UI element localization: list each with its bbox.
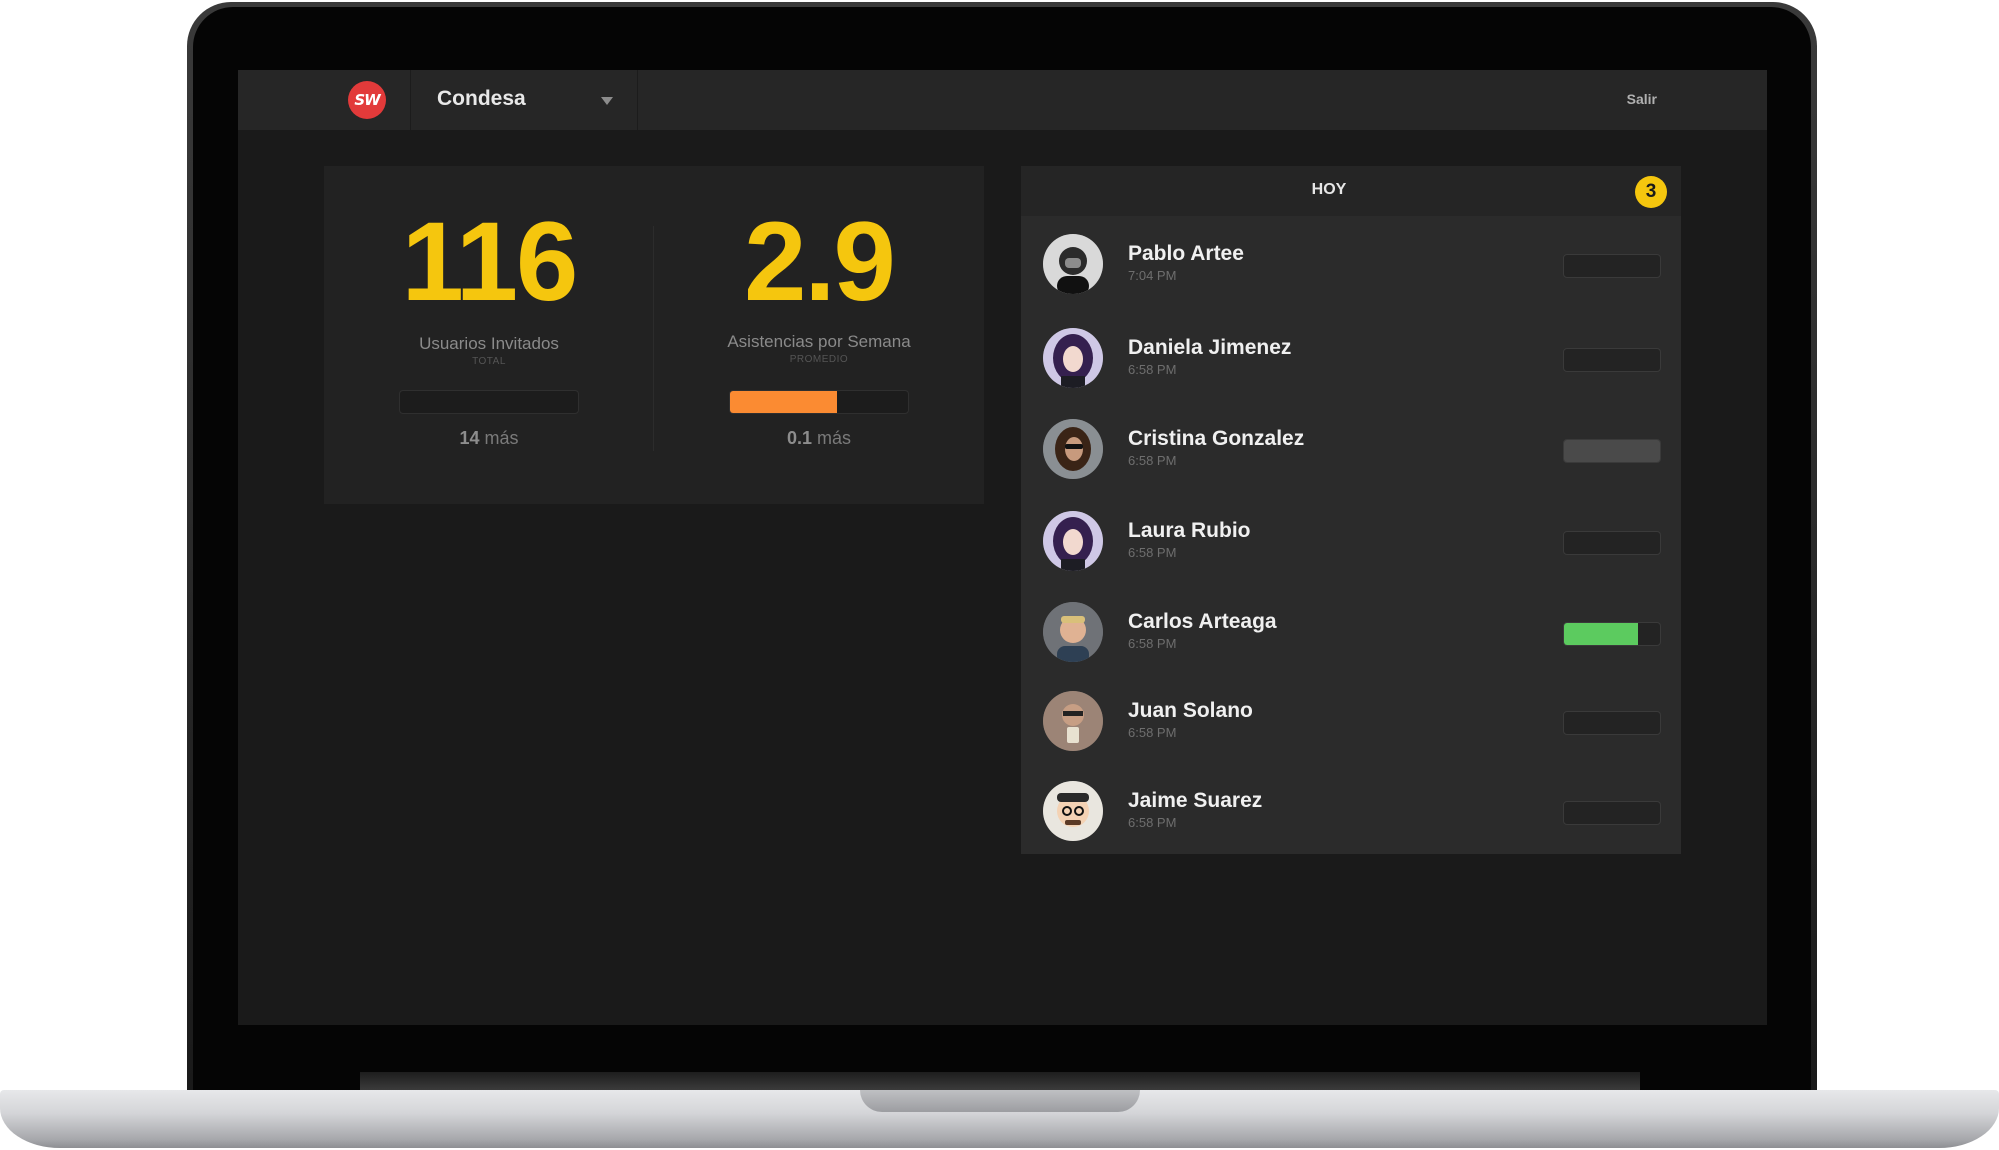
avatar-selfie[interactable] — [1043, 691, 1103, 751]
stats-card: 116 Usuarios Invitados TOTAL 14 más 2.9 … — [324, 166, 984, 504]
stat-label: Asistencias por Semana — [727, 332, 911, 351]
avatar-blond[interactable] — [1043, 602, 1103, 662]
stat-label: Usuarios Invitados — [419, 334, 559, 353]
stat-more-label: más — [484, 428, 519, 448]
stat-weekly-attendance: 2.9 Asistencias por Semana PROMEDIO 0.1 … — [654, 166, 984, 504]
user-progress-fill — [1564, 440, 1660, 462]
user-row[interactable]: Daniela Jimenez 6:58 PM — [1021, 312, 1681, 402]
user-name: Daniela Jimenez — [1128, 336, 1292, 359]
user-name: Cristina Gonzalez — [1128, 427, 1305, 450]
user-name: Jaime Suarez — [1128, 789, 1263, 812]
laptop-notch — [860, 1090, 1140, 1112]
user-row[interactable]: Jaime Suarez 6:58 PM — [1021, 765, 1681, 855]
user-progress-bar — [1563, 439, 1661, 463]
user-row[interactable]: Laura Rubio 6:58 PM — [1021, 495, 1681, 585]
avatar-purple[interactable] — [1043, 511, 1103, 571]
stat-value: 2.9 — [744, 199, 896, 324]
stat-more-label: más — [817, 428, 852, 448]
user-time: 6:58 PM — [1128, 453, 1177, 468]
chevron-down-icon — [601, 97, 613, 105]
user-row[interactable]: Carlos Arteaga 6:58 PM — [1021, 586, 1681, 676]
user-name: Carlos Arteaga — [1128, 610, 1277, 633]
stat-progress-fill — [730, 391, 837, 413]
user-progress-bar — [1563, 531, 1661, 555]
top-bar: SW Condesa Salir — [238, 70, 1767, 130]
user-time: 6:58 PM — [1128, 545, 1177, 560]
today-count-badge: 3 — [1635, 176, 1667, 208]
user-progress-bar — [1563, 254, 1661, 278]
user-row[interactable]: Cristina Gonzalez 6:58 PM — [1021, 403, 1681, 493]
user-name: Pablo Artee — [1128, 242, 1244, 265]
stat-more-value: 14 — [459, 428, 480, 448]
user-name: Juan Solano — [1128, 699, 1253, 722]
stat-progress-bar — [399, 390, 579, 414]
today-title: HOY — [1311, 181, 1347, 198]
avatar-purple[interactable] — [1043, 328, 1103, 388]
user-progress-bar — [1563, 801, 1661, 825]
user-progress-bar — [1563, 711, 1661, 735]
stat-invited-users: 116 Usuarios Invitados TOTAL 14 más — [324, 166, 654, 504]
user-time: 6:58 PM — [1128, 725, 1177, 740]
avatar-sunglasses[interactable] — [1043, 419, 1103, 479]
laptop-hinge — [360, 1072, 1640, 1090]
user-time: 6:58 PM — [1128, 636, 1177, 651]
user-progress-bar — [1563, 348, 1661, 372]
user-row[interactable]: Juan Solano 6:58 PM — [1021, 675, 1681, 765]
stat-value: 116 — [401, 199, 579, 324]
today-panel: HOY 3 Pablo Artee 7:04 PM Daniela Jimenez 6… — [1021, 166, 1681, 854]
user-progress-fill — [1564, 623, 1638, 645]
stat-sublabel: TOTAL — [472, 356, 506, 367]
user-time: 7:04 PM — [1128, 268, 1177, 283]
user-name: Laura Rubio — [1128, 519, 1251, 542]
app-screen: SW Condesa Salir 116 Usuarios Invitados … — [238, 70, 1767, 1025]
brand-logo[interactable]: SW — [348, 81, 386, 119]
stat-sublabel: PROMEDIO — [789, 354, 849, 365]
user-time: 6:58 PM — [1128, 362, 1177, 377]
stat-more-value: 0.1 — [786, 428, 812, 448]
avatar-cartoon[interactable] — [1043, 781, 1103, 841]
avatar-bw[interactable] — [1043, 234, 1103, 294]
stat-more: 0.1 más — [654, 428, 984, 449]
stat-more: 14 más — [324, 428, 654, 449]
user-row[interactable]: Pablo Artee 7:04 PM — [1021, 218, 1681, 308]
today-header: HOY 3 — [1021, 166, 1681, 216]
user-progress-bar — [1563, 622, 1661, 646]
location-name: Condesa — [437, 87, 526, 110]
user-time: 6:58 PM — [1128, 815, 1177, 830]
logout-link[interactable]: Salir — [1627, 91, 1657, 107]
location-select[interactable]: Condesa — [410, 70, 638, 130]
stat-progress-bar — [729, 390, 909, 414]
